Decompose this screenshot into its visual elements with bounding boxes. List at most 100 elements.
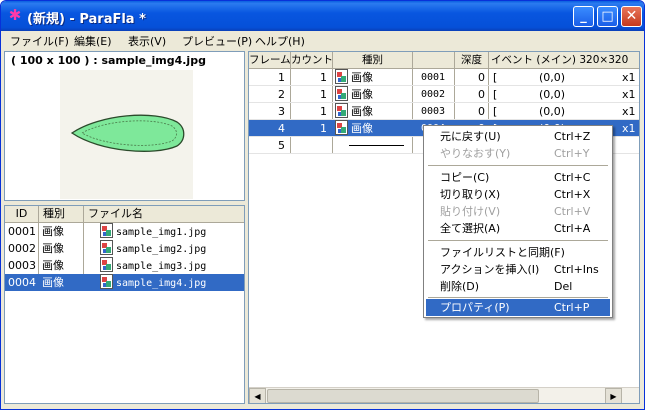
file-row-selected[interactable]: 0004 画像 sample_img4.jpg bbox=[5, 274, 244, 291]
frame-event: [ bbox=[493, 88, 498, 101]
image-file-icon bbox=[100, 223, 113, 238]
leaf-shape-image bbox=[70, 114, 185, 152]
image-file-icon bbox=[100, 257, 113, 272]
menu-item-label: アクションを挿入(I) bbox=[440, 263, 540, 276]
menu-edit[interactable]: 編集(E) bbox=[74, 33, 112, 49]
file-type: 画像 bbox=[42, 259, 64, 272]
column-header-event[interactable]: イベント (メイン) 320×320 bbox=[489, 52, 639, 69]
frame-type-cell: 画像 bbox=[335, 69, 373, 86]
frame-depth: 0 bbox=[478, 71, 485, 84]
column-header-filename[interactable]: ファイル名 bbox=[84, 206, 244, 223]
menu-item-label: 切り取り(X) bbox=[440, 188, 501, 201]
menu-item-shortcut: Ctrl+V bbox=[554, 205, 591, 218]
menu-item-shortcut: Ctrl+X bbox=[554, 188, 591, 201]
frame-count: 1 bbox=[320, 88, 327, 101]
menu-item-copy[interactable]: コピー(C) Ctrl+C bbox=[426, 169, 610, 186]
timeline-header: フレーム カウント 種別 深度 イベント (メイン) 320×320 bbox=[249, 52, 639, 69]
frame-scale: x1 bbox=[622, 105, 636, 118]
file-id: 0004 bbox=[8, 276, 36, 289]
file-row[interactable]: 0001 画像 sample_img1.jpg bbox=[5, 223, 244, 240]
frame-type-cell: 画像 bbox=[335, 103, 373, 120]
menu-item-sync-filelist[interactable]: ファイルリストと同期(F) bbox=[426, 244, 610, 261]
menu-item-cut[interactable]: 切り取り(X) Ctrl+X bbox=[426, 186, 610, 203]
menu-file[interactable]: ファイル(F) bbox=[10, 33, 69, 49]
frame-type-cell: 画像 bbox=[335, 120, 373, 137]
column-header-id[interactable] bbox=[413, 52, 455, 69]
file-type: 画像 bbox=[42, 276, 64, 289]
frame-coord: (0,0) bbox=[539, 88, 566, 101]
menu-item-shortcut: Ctrl+Ins bbox=[554, 263, 599, 276]
image-file-icon bbox=[335, 69, 348, 84]
frame-id: 0002 bbox=[421, 89, 446, 100]
frame-number: 4 bbox=[278, 122, 285, 135]
file-name-cell: sample_img3.jpg bbox=[100, 257, 206, 274]
file-name-cell: sample_img1.jpg bbox=[100, 223, 206, 240]
preview-title: ( 100 x 100 ) : sample_img4.jpg bbox=[11, 54, 206, 67]
menu-item-insert-action[interactable]: アクションを挿入(I) Ctrl+Ins bbox=[426, 261, 610, 278]
frame-scale: x1 bbox=[622, 122, 636, 135]
menu-item-label: 全て選択(A) bbox=[440, 222, 501, 235]
scrollbar-thumb[interactable] bbox=[267, 389, 539, 403]
frame-type: 画像 bbox=[351, 105, 373, 118]
close-button[interactable]: ✕ bbox=[621, 6, 642, 27]
preview-canvas bbox=[60, 70, 193, 199]
menu-item-shortcut: Ctrl+A bbox=[554, 222, 591, 235]
minimize-button[interactable]: _ bbox=[573, 6, 594, 27]
menu-item-label: やりなおす(Y) bbox=[440, 147, 511, 160]
menu-item-delete[interactable]: 削除(D) Del bbox=[426, 278, 610, 295]
timeline-row[interactable]: 3 1 画像 0003 0 [ (0,0) x1 bbox=[249, 103, 639, 120]
title-bar[interactable]: ✱ (新規) - ParaFla * _ □ ✕ bbox=[1, 1, 644, 31]
scroll-right-arrow-icon[interactable]: ▶ bbox=[605, 388, 622, 403]
frame-coord: (0,0) bbox=[539, 105, 566, 118]
image-file-icon bbox=[100, 240, 113, 255]
file-name-cell: sample_img2.jpg bbox=[100, 240, 206, 257]
image-file-icon bbox=[100, 274, 113, 289]
menu-item-label: 貼り付け(V) bbox=[440, 205, 501, 218]
file-name: sample_img3.jpg bbox=[116, 261, 207, 272]
frame-depth: 0 bbox=[478, 105, 485, 118]
menu-item-label: プロパティ(P) bbox=[440, 301, 510, 314]
menu-help[interactable]: ヘルプ(H) bbox=[255, 33, 305, 49]
timeline-row[interactable]: 1 1 画像 0001 0 [ (0,0) x1 bbox=[249, 69, 639, 86]
frame-type-cell: 画像 bbox=[335, 86, 373, 103]
frame-event: [ bbox=[493, 105, 498, 118]
column-header-id[interactable]: ID bbox=[5, 206, 39, 223]
context-menu: 元に戻す(U) Ctrl+Z やりなおす(Y) Ctrl+Y コピー(C) Ct… bbox=[423, 125, 613, 318]
menu-separator bbox=[428, 165, 608, 166]
menu-preview[interactable]: プレビュー(P) bbox=[182, 33, 252, 49]
menu-item-paste[interactable]: 貼り付け(V) Ctrl+V bbox=[426, 203, 610, 220]
file-list: ID 種別 ファイル名 0001 画像 sample_img1.jpg 0002… bbox=[4, 205, 245, 404]
file-id: 0001 bbox=[8, 225, 36, 238]
frame-scale: x1 bbox=[622, 88, 636, 101]
menu-separator bbox=[428, 297, 608, 298]
menu-item-select-all[interactable]: 全て選択(A) Ctrl+A bbox=[426, 220, 610, 237]
file-list-header: ID 種別 ファイル名 bbox=[5, 206, 244, 223]
column-header-frame[interactable]: フレーム bbox=[249, 52, 291, 69]
frame-scale: x1 bbox=[622, 71, 636, 84]
menu-item-redo[interactable]: やりなおす(Y) Ctrl+Y bbox=[426, 145, 610, 162]
column-header-type[interactable]: 種別 bbox=[39, 206, 84, 223]
column-header-depth[interactable]: 深度 bbox=[455, 52, 489, 69]
image-file-icon bbox=[335, 120, 348, 135]
file-id: 0002 bbox=[8, 242, 36, 255]
file-type: 画像 bbox=[42, 242, 64, 255]
empty-frame-line bbox=[349, 145, 404, 146]
maximize-button[interactable]: □ bbox=[597, 6, 618, 27]
column-header-type[interactable]: 種別 bbox=[333, 52, 413, 69]
menu-item-shortcut: Ctrl+Y bbox=[554, 147, 590, 160]
column-header-count[interactable]: カウント bbox=[291, 52, 333, 69]
menu-item-undo[interactable]: 元に戻す(U) Ctrl+Z bbox=[426, 128, 610, 145]
frame-id: 0003 bbox=[421, 106, 446, 117]
file-row[interactable]: 0002 画像 sample_img2.jpg bbox=[5, 240, 244, 257]
scroll-left-arrow-icon[interactable]: ◀ bbox=[249, 388, 266, 403]
frame-count: 1 bbox=[320, 105, 327, 118]
file-row[interactable]: 0003 画像 sample_img3.jpg bbox=[5, 257, 244, 274]
file-type: 画像 bbox=[42, 225, 64, 238]
timeline-row[interactable]: 2 1 画像 0002 0 [ (0,0) x1 bbox=[249, 86, 639, 103]
horizontal-scrollbar[interactable]: ◀ ▶ bbox=[249, 387, 639, 403]
file-name: sample_img1.jpg bbox=[116, 227, 207, 238]
app-star-icon: ✱ bbox=[8, 6, 22, 24]
frame-event: [ bbox=[493, 71, 498, 84]
menu-item-properties[interactable]: プロパティ(P) Ctrl+P bbox=[426, 299, 610, 316]
menu-view[interactable]: 表示(V) bbox=[128, 33, 166, 49]
